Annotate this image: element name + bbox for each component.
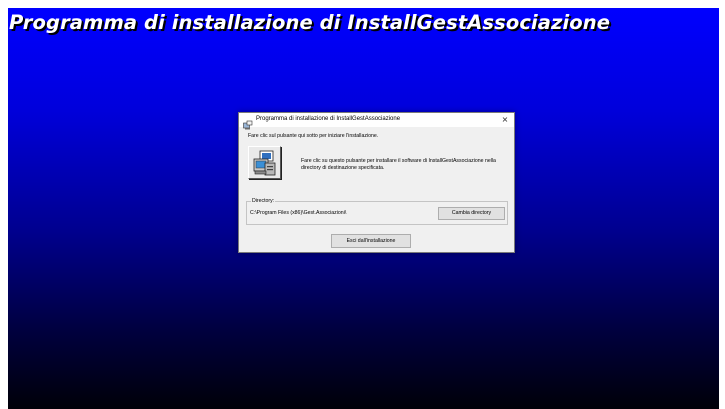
computer-setup-icon (253, 150, 276, 176)
directory-path: C:\Program Files (x86)\Gest.Associazioni… (250, 210, 347, 216)
setup-icon (243, 115, 253, 130)
banner-title: Programma di installazione di InstallGes… (9, 11, 611, 34)
exit-setup-button[interactable]: Esci dall'installazione (331, 234, 411, 248)
dialog-titlebar[interactable]: Programma di installazione di InstallGes… (239, 113, 514, 130)
dialog-title: Programma di installazione di InstallGes… (256, 116, 401, 122)
directory-label: Directory: (251, 198, 276, 205)
instruction-text: Fare clic sul pulsante qui sotto per ini… (248, 133, 379, 139)
install-button[interactable] (248, 146, 281, 179)
setup-dialog: Programma di installazione di InstallGes… (238, 112, 515, 253)
change-directory-button[interactable]: Cambia directory (438, 207, 505, 220)
directory-group: Directory: C:\Program Files (x86)\Gest.A… (246, 198, 508, 225)
setup-background: Programma di installazione di InstallGes… (8, 8, 719, 409)
close-icon[interactable]: × (496, 113, 514, 127)
install-description: Fare clic su questo pulsante per install… (301, 158, 496, 171)
